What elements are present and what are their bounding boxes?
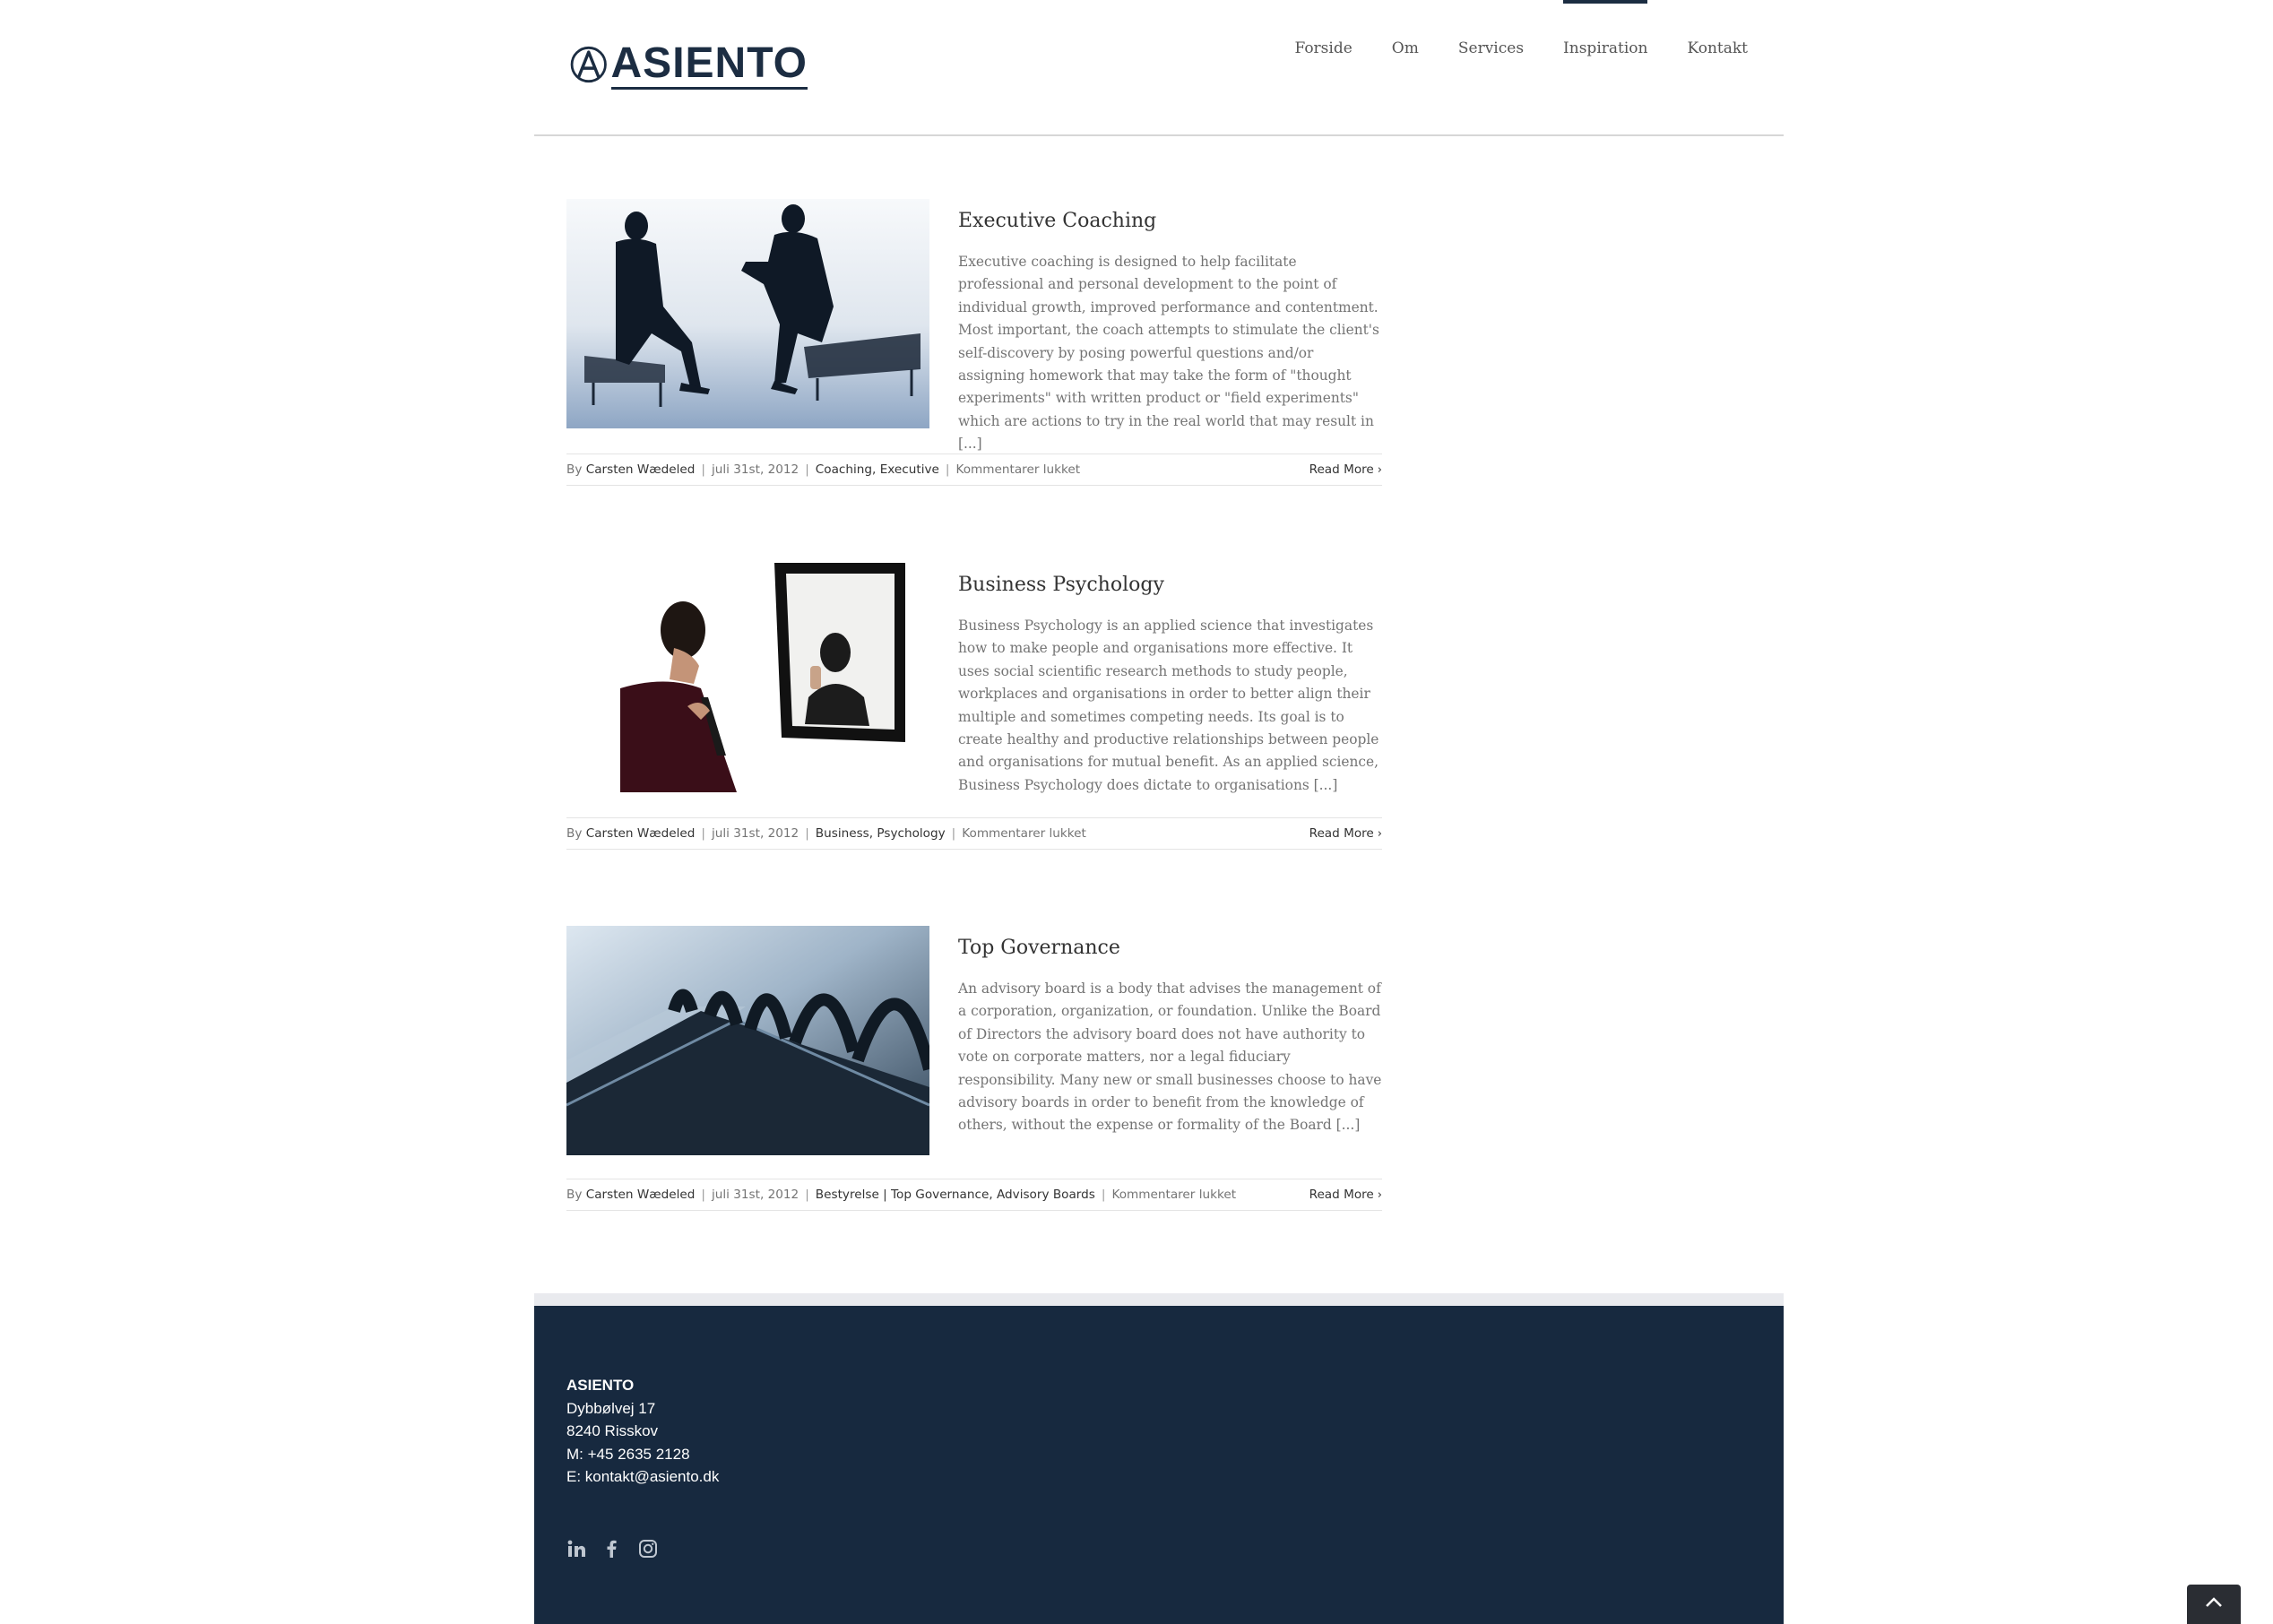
nav-services[interactable]: Services xyxy=(1458,0,1524,99)
nav-inspiration[interactable]: Inspiration xyxy=(1563,0,1648,99)
nav-kontakt[interactable]: Kontakt xyxy=(1687,0,1748,99)
meta-author[interactable]: Carsten Wædeled xyxy=(586,826,696,841)
meta-author[interactable]: Carsten Wædeled xyxy=(586,462,696,477)
linkedin-icon[interactable] xyxy=(566,1539,586,1559)
post-excerpt: Business Psychology is an applied scienc… xyxy=(958,618,1379,793)
meta-category[interactable]: Psychology xyxy=(877,826,945,841)
meta-by: By xyxy=(566,826,583,841)
read-more-link[interactable]: Read More › xyxy=(1309,826,1382,841)
footer-phone[interactable]: M: +45 2635 2128 xyxy=(566,1443,719,1466)
meta-category[interactable]: Executive xyxy=(880,462,939,477)
meta-category-comma: , xyxy=(872,462,880,477)
nav-om[interactable]: Om xyxy=(1392,0,1419,99)
meta-category[interactable]: Advisory Boards xyxy=(997,1188,1095,1202)
footer-contact: ASIENTO Dybbølvej 17 8240 Risskov M: +45… xyxy=(566,1374,719,1489)
post-meta: By Carsten Wædeled | juli 31st, 2012 | Busin… xyxy=(566,817,1382,850)
meta-separator: | xyxy=(805,826,809,841)
meta-separator: | xyxy=(805,462,809,477)
footer-divider-bar xyxy=(534,1293,1784,1306)
meta-author[interactable]: Carsten Wædeled xyxy=(586,1188,696,1202)
footer-street: Dybbølvej 17 xyxy=(566,1399,656,1417)
post-excerpt: Executive coaching is designed to help f… xyxy=(958,254,1379,453)
meta-category-comma: , xyxy=(989,1188,997,1202)
meta-separator: | xyxy=(1101,1188,1106,1202)
meta-comments: Kommentarer lukket xyxy=(962,826,1086,841)
instagram-icon[interactable] xyxy=(638,1539,658,1559)
read-more-label: Read More xyxy=(1309,1188,1374,1202)
post-image-psychology[interactable] xyxy=(566,563,929,792)
site-header: ASIENTO Forside Om Services Inspiration … xyxy=(534,0,1784,136)
meta-separator: | xyxy=(701,462,705,477)
footer-city: 8240 Risskov xyxy=(566,1422,659,1439)
nav-forside[interactable]: Forside xyxy=(1294,0,1352,99)
post-excerpt: An advisory board is a body that advises… xyxy=(958,980,1382,1134)
meta-by: By xyxy=(566,1188,583,1202)
back-to-top-button[interactable] xyxy=(2187,1585,2241,1624)
meta-separator: | xyxy=(805,1188,809,1202)
meta-category[interactable]: Business xyxy=(816,826,869,841)
read-more-label: Read More xyxy=(1309,826,1374,841)
meta-date: juli 31st, 2012 xyxy=(711,826,799,841)
post-meta: By Carsten Wædeled | juli 31st, 2012 | Besty… xyxy=(566,1179,1382,1211)
footer-company: ASIENTO xyxy=(566,1377,635,1394)
post-image-coaching[interactable] xyxy=(566,199,929,428)
meta-separator: | xyxy=(701,1188,705,1202)
chevron-right-icon: › xyxy=(1377,1188,1382,1202)
chevron-right-icon: › xyxy=(1377,463,1382,477)
chevron-up-icon xyxy=(2206,1597,2222,1607)
meta-date: juli 31st, 2012 xyxy=(711,462,799,477)
footer-email[interactable]: E: kontakt@asiento.dk xyxy=(566,1465,719,1489)
read-more-label: Read More xyxy=(1309,462,1374,477)
meta-date: juli 31st, 2012 xyxy=(711,1188,799,1202)
post-title[interactable]: Top Governance xyxy=(958,937,1120,959)
logo-mark-icon xyxy=(570,46,607,83)
meta-separator: | xyxy=(951,826,956,841)
site-footer: ASIENTO Dybbølvej 17 8240 Risskov M: +45… xyxy=(534,1306,1784,1624)
meta-separator: | xyxy=(701,826,705,841)
post-title[interactable]: Business Psychology xyxy=(958,574,1164,596)
site-logo[interactable]: ASIENTO xyxy=(570,36,808,93)
read-more-link[interactable]: Read More › xyxy=(1309,462,1382,477)
logo-text: ASIENTO xyxy=(610,39,808,90)
read-more-link[interactable]: Read More › xyxy=(1309,1188,1382,1202)
chevron-right-icon: › xyxy=(1377,827,1382,841)
meta-separator: | xyxy=(945,462,950,477)
facebook-icon[interactable] xyxy=(602,1539,622,1559)
page: ASIENTO Forside Om Services Inspiration … xyxy=(0,0,2273,1624)
post-image-governance[interactable] xyxy=(566,926,929,1155)
meta-category[interactable]: Bestyrelse | Top Governance xyxy=(816,1188,990,1202)
meta-category[interactable]: Coaching xyxy=(816,462,872,477)
social-links xyxy=(566,1539,658,1559)
meta-by: By xyxy=(566,462,583,477)
main-nav: Forside Om Services Inspiration Kontakt xyxy=(1255,0,1748,99)
meta-comments: Kommentarer lukket xyxy=(955,462,1081,477)
meta-comments: Kommentarer lukket xyxy=(1111,1188,1237,1202)
post-meta: By Carsten Wædeled | juli 31st, 2012 | Coach… xyxy=(566,454,1382,486)
post-title[interactable]: Executive Coaching xyxy=(958,210,1156,232)
